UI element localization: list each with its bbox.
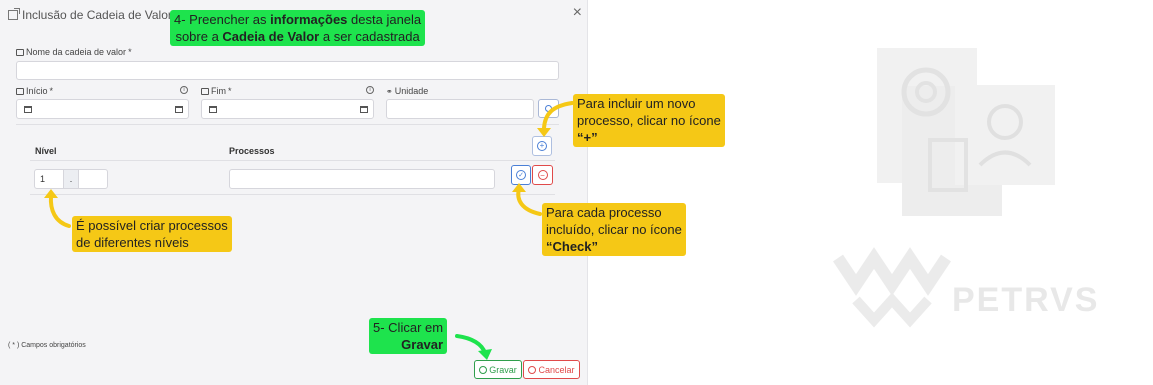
petrvs-logo-text: PETRVS <box>952 281 1100 319</box>
arrow-to-check <box>516 187 542 216</box>
arrowhead-check <box>512 183 526 192</box>
arrowhead-nivel <box>44 189 58 198</box>
petrvs-watermark-graphic <box>833 48 1055 328</box>
annotation-arrows <box>44 48 1055 360</box>
arrowhead-gravar <box>478 349 492 360</box>
arrowhead-plus <box>537 128 551 137</box>
arrow-to-plus <box>542 101 574 130</box>
arrow-to-nivel <box>48 194 71 228</box>
arrow-to-gravar <box>455 334 487 355</box>
